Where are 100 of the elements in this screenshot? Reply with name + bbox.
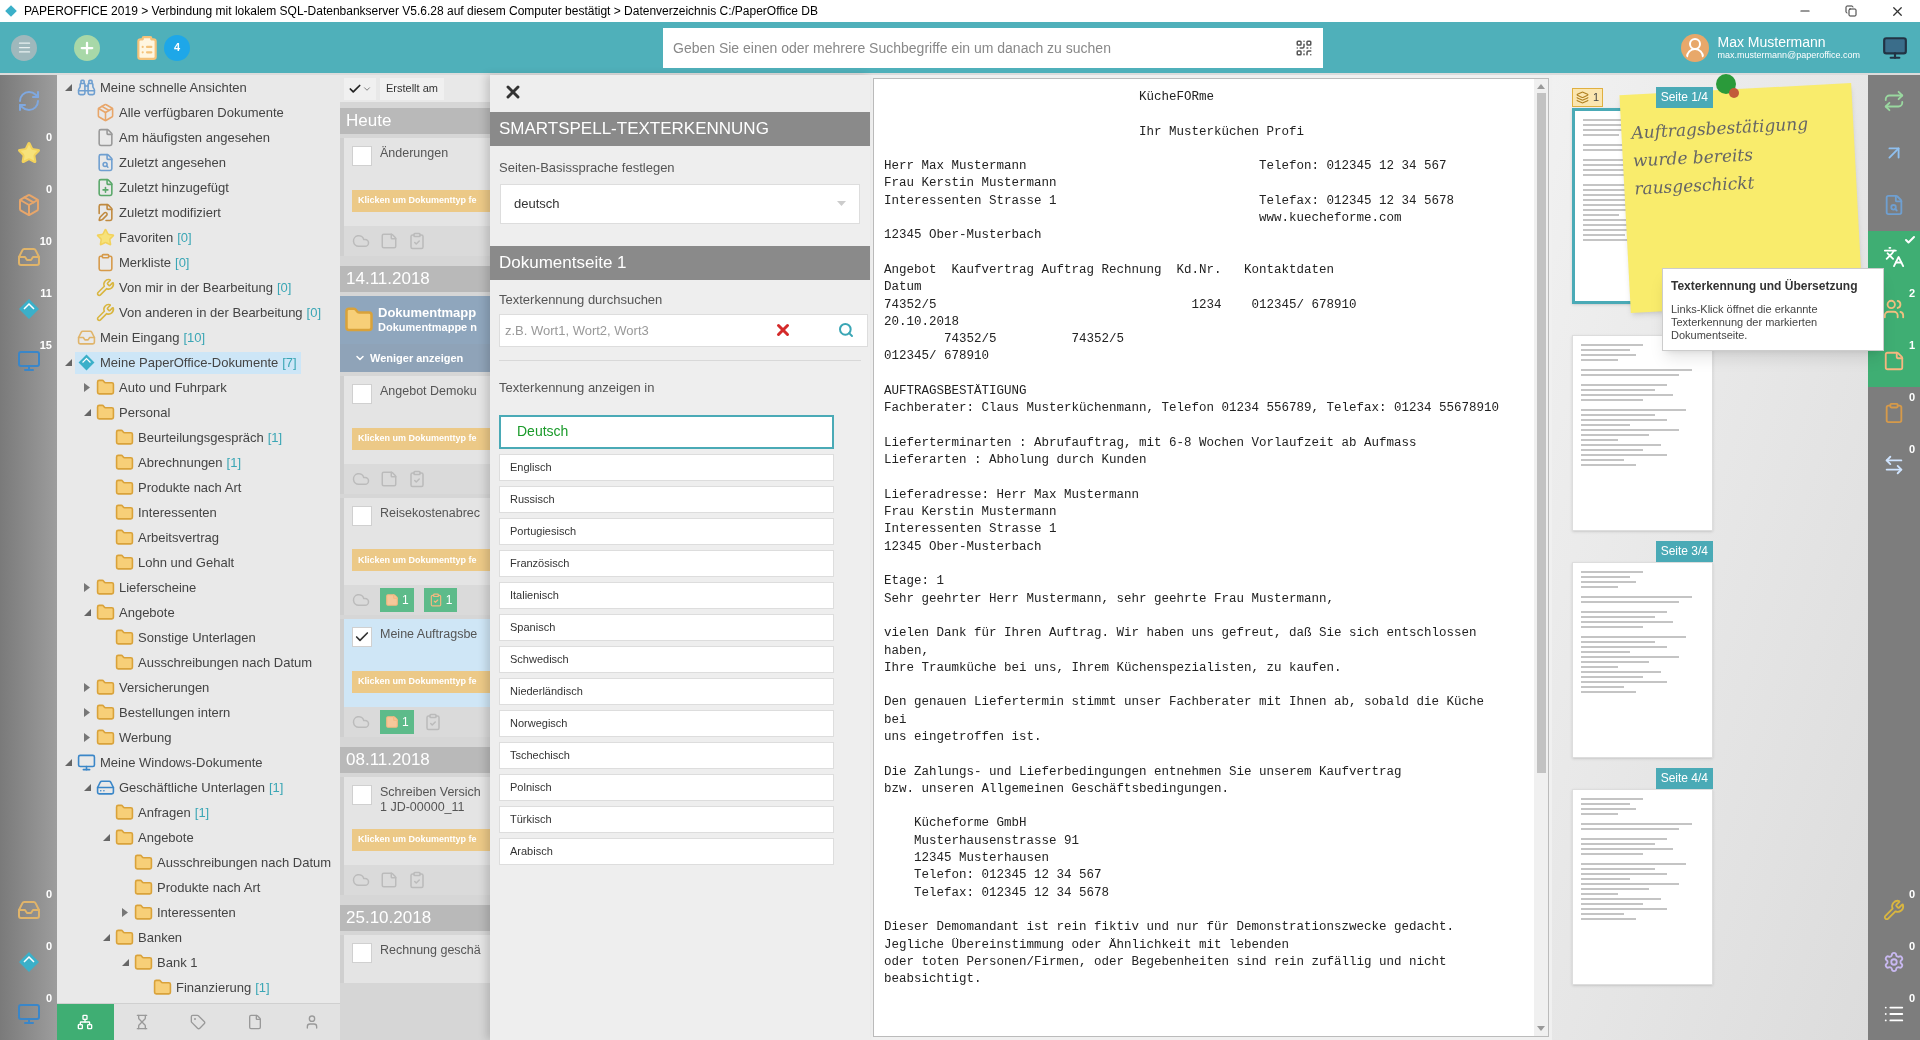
triangle-right-icon[interactable]: [84, 733, 90, 742]
tree-item[interactable]: Mein Eingang [10]: [75, 326, 210, 349]
language-option[interactable]: Spanisch: [499, 613, 834, 641]
select-all-button[interactable]: [344, 77, 376, 100]
tree-item[interactable]: Geschäftliche Unterlagen [1]: [94, 776, 288, 799]
tree-item[interactable]: Favoriten [0]: [94, 226, 196, 249]
tree-item[interactable]: Produkte nach Art: [132, 876, 265, 899]
checkbox[interactable]: [352, 785, 372, 805]
tree-item[interactable]: Von anderen in der Bearbeitung [0]: [94, 301, 326, 324]
search-icon[interactable]: [838, 322, 854, 338]
tree-item[interactable]: Finanzierung [1]: [151, 976, 274, 999]
note-icon[interactable]: [380, 469, 398, 488]
tree-item[interactable]: Produkte nach Art: [113, 476, 246, 499]
tree-item[interactable]: Bestellungen intern: [94, 701, 235, 724]
tree-item[interactable]: Banken: [113, 926, 187, 949]
tree-item[interactable]: Zuletzt hinzugefügt: [94, 176, 233, 199]
menu-button[interactable]: [11, 34, 37, 61]
triangle-down-icon[interactable]: [121, 959, 129, 966]
tree-item[interactable]: Zuletzt angesehen: [94, 151, 230, 174]
language-option[interactable]: Russisch: [499, 485, 834, 513]
tree-item[interactable]: Meine Windows-Dokumente: [75, 751, 267, 774]
tree-item[interactable]: Zuletzt modifiziert: [94, 201, 225, 224]
tree-item[interactable]: Meine PaperOffice-Dokumente [7]: [75, 351, 301, 374]
document-card[interactable]: Angebot Demoku Klicken um Dokumenttyp fe: [340, 375, 490, 494]
tree-item[interactable]: Angebote: [94, 601, 179, 624]
tree-item[interactable]: Alle verfügbaren Dokumente: [94, 101, 288, 124]
cloud-icon[interactable]: [352, 713, 370, 731]
tree-item[interactable]: Ausschreibungen nach Datum: [132, 851, 336, 874]
sort-button[interactable]: Erstellt am: [380, 77, 444, 100]
checkbox[interactable]: [352, 942, 372, 963]
scrollbar[interactable]: [1534, 79, 1548, 1036]
language-option[interactable]: Französisch: [499, 549, 834, 577]
qr-code-icon[interactable]: [1295, 38, 1313, 57]
tree-item[interactable]: Werbung: [94, 726, 176, 749]
tree-item[interactable]: Arbeitsvertrag: [113, 526, 223, 549]
language-option[interactable]: Deutsch: [499, 414, 834, 449]
page-thumbnail[interactable]: [1572, 562, 1713, 758]
page-thumbnail[interactable]: [1572, 789, 1713, 985]
document-card[interactable]: Meine Auftragsbe Klicken um Dokumenttyp fe 1: [340, 619, 490, 737]
tree-item[interactable]: Interessenten: [132, 901, 240, 924]
ocr-search-field[interactable]: z.B. Wort1, Wort2, Wort3: [499, 314, 868, 347]
tree-item[interactable]: Personal: [94, 401, 175, 424]
triangle-right-icon[interactable]: [84, 683, 90, 692]
clipboard-icon[interactable]: [408, 469, 426, 488]
triangle-down-icon[interactable]: [83, 609, 91, 616]
triangle-down-icon[interactable]: [102, 934, 110, 941]
note-icon[interactable]: [380, 870, 398, 889]
checkbox[interactable]: [352, 383, 372, 404]
triangle-down-icon[interactable]: [64, 84, 72, 91]
tree-item[interactable]: Abrechnungen [1]: [113, 451, 246, 474]
tree-item[interactable]: Angebote: [113, 826, 198, 849]
tree-item[interactable]: Ausschreibungen nach Datum: [113, 651, 317, 674]
triangle-right-icon[interactable]: [122, 908, 128, 917]
language-option[interactable]: Tschechisch: [499, 741, 834, 769]
tree-item[interactable]: Von mir in der Bearbeitung [0]: [94, 276, 296, 299]
language-option[interactable]: Norwegisch: [499, 709, 834, 737]
document-card[interactable]: Rechnung geschä: [340, 934, 490, 983]
language-option[interactable]: Portugiesisch: [499, 517, 834, 545]
triangle-down-icon[interactable]: [83, 409, 91, 416]
tree-item[interactable]: Merkliste [0]: [94, 251, 194, 274]
document-card[interactable]: Schreiben Versich 1 JD-00000_11 Klicken um Dokumenttyp fe: [340, 777, 490, 895]
tree-item[interactable]: Lohn und Gehalt: [113, 551, 239, 574]
checkbox[interactable]: [352, 627, 372, 648]
language-option[interactable]: Arabisch: [499, 837, 834, 865]
scroll-down-icon[interactable]: [1537, 1026, 1545, 1031]
checkbox[interactable]: [352, 505, 372, 526]
checkbox[interactable]: [352, 146, 372, 166]
tree-item[interactable]: Versicherungen: [94, 676, 214, 699]
triangle-right-icon[interactable]: [84, 708, 90, 717]
note-icon[interactable]: [380, 231, 398, 250]
clipboard-icon[interactable]: [134, 34, 160, 61]
language-option[interactable]: Niederländisch: [499, 677, 834, 705]
tree-item[interactable]: Lieferscheine: [94, 576, 201, 599]
language-option[interactable]: Englisch: [499, 453, 834, 481]
tree-item[interactable]: Sonstige Unterlagen: [113, 626, 260, 649]
tree-tab[interactable]: [57, 1004, 114, 1040]
tree-item[interactable]: Am häufigsten angesehen: [94, 126, 275, 149]
document-card[interactable]: Reisekostenabrec Klicken um Dokumenttyp fe 1 1: [340, 497, 490, 616]
clipboard-icon[interactable]: [408, 870, 426, 889]
stack-badge[interactable]: 1: [1572, 88, 1604, 107]
clipboard-icon[interactable]: [423, 713, 442, 731]
tree-item[interactable]: Meine schnelle Ansichten: [75, 76, 251, 99]
language-option[interactable]: Türkisch: [499, 805, 834, 833]
tree-item[interactable]: Auto und Fuhrpark: [94, 376, 231, 399]
tree-item[interactable]: Interessenten: [113, 501, 221, 524]
active-rail-item[interactable]: [1868, 231, 1920, 283]
tree-item[interactable]: Bank 1: [132, 951, 202, 974]
language-option[interactable]: Italienisch: [499, 581, 834, 609]
document-card[interactable]: Änderungen Klicken um Dokumenttyp fe: [340, 138, 490, 256]
tree-item[interactable]: Beurteilungsgespräch [1]: [113, 426, 287, 449]
triangle-down-icon[interactable]: [64, 359, 72, 366]
triangle-down-icon[interactable]: [102, 834, 110, 841]
language-option[interactable]: Polnisch: [499, 773, 834, 801]
clipboard-icon[interactable]: [408, 231, 426, 250]
triangle-down-icon[interactable]: [83, 784, 91, 791]
clear-icon[interactable]: [774, 321, 792, 339]
tree-item[interactable]: Anfragen [1]: [113, 801, 214, 824]
language-dropdown[interactable]: deutsch: [500, 183, 860, 224]
language-option[interactable]: Schwedisch: [499, 645, 834, 673]
search-field[interactable]: Geben Sie einen oder mehrere Suchbegriffe ein um danach zu suchen: [663, 27, 1323, 68]
